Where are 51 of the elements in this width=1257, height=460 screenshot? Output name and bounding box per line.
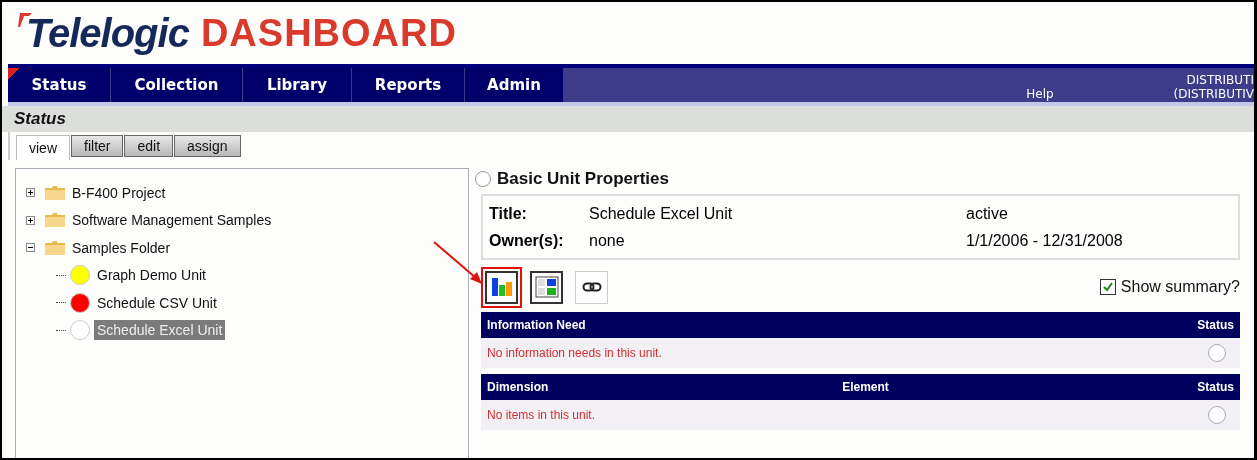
sub-tab[interactable]: edit	[124, 135, 174, 157]
sub-tab[interactable]: filter	[71, 135, 124, 157]
property-value: Schedule Excel Unit	[589, 204, 734, 223]
property-value: active	[966, 204, 1008, 223]
tree-item[interactable]: B-F400 Project	[69, 182, 169, 203]
help-link[interactable]: Help	[1026, 87, 1054, 101]
tree-item[interactable]: Software Management Samples	[69, 210, 275, 231]
nav-tab[interactable]: Admin	[465, 68, 564, 102]
status-circle-icon	[1208, 406, 1226, 424]
nav-tab[interactable]: Status	[8, 68, 111, 102]
sub-tab[interactable]: assign	[174, 135, 241, 157]
column-header: Element	[842, 380, 890, 394]
expander-icon[interactable]	[26, 188, 35, 198]
nav-tab[interactable]: Library	[243, 68, 352, 102]
user-name: (DISTRIBUTIV	[1173, 87, 1254, 101]
sub-tab[interactable]: view	[16, 135, 70, 160]
folder-icon	[45, 240, 65, 255]
tree-item[interactable]: Graph Demo Unit	[94, 265, 209, 286]
radio-icon[interactable]	[475, 171, 491, 187]
tree-item[interactable]: Schedule CSV Unit	[94, 292, 220, 313]
property-value: 1/1/2006 - 12/31/2008	[966, 231, 1123, 250]
bar-chart-icon	[489, 276, 514, 298]
empty-message: No information needs in this unit.	[487, 346, 662, 360]
link-icon	[581, 281, 602, 293]
page-title: Status	[14, 109, 66, 129]
column-header: Status	[1197, 380, 1234, 394]
tree-item[interactable]: Schedule Excel Unit	[94, 320, 226, 341]
checkbox-label: Show summary?	[1120, 278, 1240, 296]
column-header: Information Need	[487, 318, 587, 332]
empty-message: No items in this unit.	[487, 408, 596, 422]
property-value: none	[589, 231, 626, 250]
folder-icon	[45, 185, 65, 200]
section-heading: Basic Unit Properties	[497, 169, 669, 189]
product-title: DASHBOARD	[200, 11, 457, 55]
tree-item[interactable]: Samples Folder	[69, 237, 174, 258]
folder-icon	[45, 213, 65, 228]
user-name: DISTRIBUTI	[1186, 73, 1254, 87]
brand-logo: Telelogic	[26, 10, 189, 56]
column-header: Status	[1197, 318, 1234, 332]
column-header: Dimension	[487, 380, 550, 394]
nav-tab[interactable]: Reports	[352, 68, 465, 102]
expander-icon[interactable]	[26, 215, 35, 225]
property-label: Owner(s):	[489, 231, 565, 250]
grid-icon	[534, 276, 559, 298]
property-label: Title:	[489, 204, 528, 223]
chart-button[interactable]	[481, 266, 522, 308]
annotation-arrow	[432, 240, 484, 286]
checkbox[interactable]	[1099, 279, 1116, 295]
expander-icon[interactable]	[26, 243, 35, 253]
status-circle-icon	[1208, 344, 1226, 362]
nav-tab[interactable]: Collection	[111, 68, 243, 102]
